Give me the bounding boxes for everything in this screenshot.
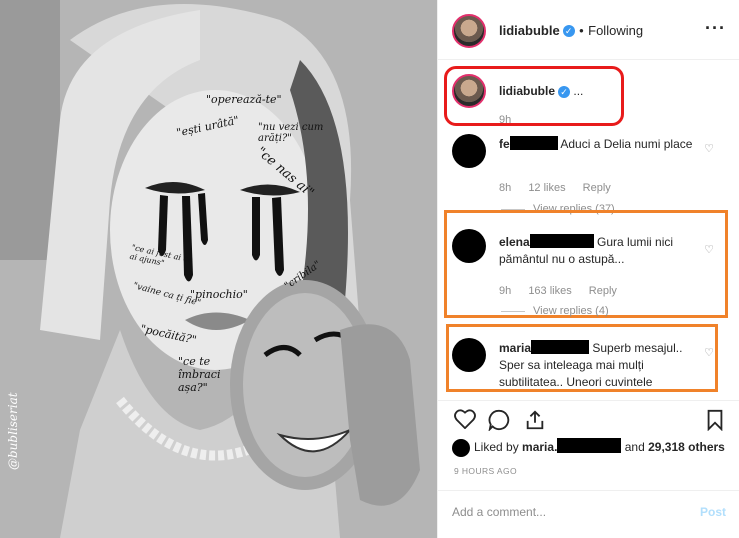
commenter-avatar[interactable] — [452, 338, 486, 372]
share-icon[interactable] — [524, 409, 546, 431]
post-photo[interactable]: "operează-te" "ești urâtă" "nu vezi cum … — [0, 0, 437, 538]
comment-time: 9h — [499, 285, 512, 297]
more-options-icon[interactable]: ··· — [705, 18, 726, 39]
comment-like-icon[interactable]: ♡ — [704, 243, 714, 256]
comment-input[interactable] — [452, 505, 682, 519]
comment-body: fe Aduci a Delia numi place — [499, 136, 699, 153]
redaction-bar — [531, 340, 590, 354]
likes-summary: Liked by maria. and 29,318 others — [452, 438, 732, 457]
author-avatar[interactable] — [452, 14, 486, 48]
post-photo-illustration — [0, 0, 437, 538]
comment-time: 8h — [499, 182, 512, 194]
comment-meta: 9h 163 likes Reply — [499, 285, 631, 297]
comment-username[interactable]: maria — [499, 341, 531, 355]
comment-likes[interactable]: 163 likes — [528, 285, 571, 297]
author-username[interactable]: lidiabuble — [499, 23, 560, 38]
add-comment-bar: Post — [438, 490, 739, 538]
post-header: lidiabuble ✓ • Following ··· — [438, 0, 739, 60]
redaction-bar — [557, 438, 622, 453]
reply-button[interactable]: Reply — [589, 285, 617, 297]
comment-body: elena Gura lumii nici pământul nu o astu… — [499, 234, 699, 268]
likes-others[interactable]: 29,318 others — [648, 440, 725, 454]
post-timestamp[interactable]: 9 HOURS AGO — [454, 466, 517, 476]
liker-avatar[interactable] — [452, 438, 470, 457]
face-text: "ce te îmbraci așa?" — [178, 355, 221, 394]
bookmark-icon[interactable] — [706, 409, 724, 431]
verified-badge-icon: ✓ — [558, 85, 571, 98]
redaction-bar — [509, 136, 558, 150]
comment-username[interactable]: fe — [499, 137, 510, 151]
face-text: "operează-te" — [206, 93, 282, 106]
post-actions-bar — [438, 400, 739, 434]
face-text: "pinochio" — [190, 288, 248, 301]
comment-like-icon[interactable]: ♡ — [704, 346, 714, 359]
following-button[interactable]: Following — [588, 23, 643, 38]
verified-badge-icon: ✓ — [562, 24, 575, 37]
caption-avatar[interactable] — [452, 74, 486, 108]
caption-time: 9h — [499, 114, 512, 126]
caption-username[interactable]: lidiabuble — [499, 84, 555, 98]
caption-body: lidiabuble ✓ ... — [499, 83, 699, 100]
likes-and: and — [624, 440, 645, 454]
likes-prefix: Liked by — [474, 440, 519, 454]
comment-likes[interactable]: 12 likes — [528, 182, 565, 194]
caption-text: ... — [573, 84, 584, 98]
heart-icon[interactable] — [454, 409, 476, 429]
face-text: "nu vezi cum arăți?" — [258, 122, 324, 144]
dot-separator: • — [579, 23, 584, 38]
comment-body: maria Superb mesajul.. Sper sa inteleaga… — [499, 340, 699, 391]
post-button[interactable]: Post — [700, 505, 726, 519]
header-user-row: lidiabuble ✓ • Following — [499, 22, 643, 40]
comment-like-icon[interactable]: ♡ — [704, 142, 714, 155]
post-side-panel: lidiabuble ✓ • Following ··· lidiabuble ✓ … — [437, 0, 739, 538]
comment-text: Aduci a Delia numi place — [560, 137, 693, 151]
comment-icon[interactable] — [488, 409, 510, 431]
view-replies-link[interactable]: View replies (4) — [533, 305, 609, 317]
comment-username[interactable]: elena — [499, 235, 530, 249]
liker-username[interactable]: maria. — [522, 440, 557, 454]
redaction-bar — [529, 234, 594, 248]
comment-meta: 8h 12 likes Reply — [499, 182, 625, 194]
commenter-avatar[interactable] — [452, 229, 486, 263]
commenter-avatar[interactable] — [452, 134, 486, 168]
reply-button[interactable]: Reply — [583, 182, 611, 194]
photo-watermark: @bubliseriat — [6, 392, 20, 470]
